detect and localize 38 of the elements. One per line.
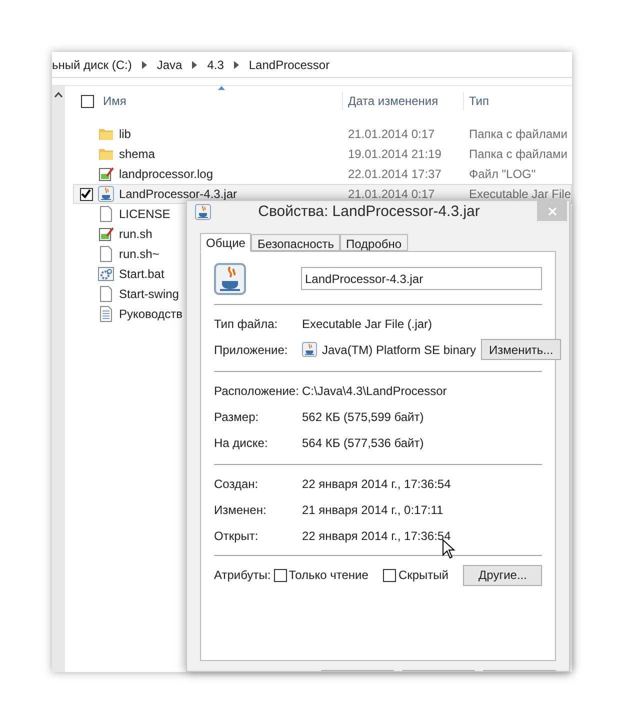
date-cell-text: 21.01.2014 0:17 (346, 186, 436, 203)
property-value: 562 КБ (575,599 байт) (302, 408, 424, 426)
property-label: Изменен: (214, 502, 268, 518)
file-name: Руководств (118, 306, 183, 323)
type-cell-text: Папка с файлами (468, 126, 568, 143)
file-name: Start-swing (118, 286, 179, 303)
property-value: C:\Java\4.3\LandProcessor (302, 382, 447, 400)
file-name: run.sh~ (118, 246, 160, 263)
file-name: shema (118, 146, 155, 163)
property-value: 22 января 2014 г., 17:36:54 (302, 476, 451, 492)
property-label: Расположение: (214, 382, 300, 400)
property-label: На диске: (214, 434, 269, 452)
file-name: LICENSE (118, 206, 170, 223)
property-label: Тип файла: (214, 316, 279, 332)
date-cell-text: 22.01.2014 17:37 (346, 166, 442, 183)
property-value: Executable Jar File (.jar) (302, 316, 432, 332)
window-title: Свойства: LandProcessor-4.3.jar (257, 202, 481, 222)
file-name: Start.bat (118, 266, 164, 283)
attributes-label: Атрибуты: (214, 567, 271, 584)
date-cell-text: 19.01.2014 21:19 (346, 146, 442, 163)
file-name: LandProcessor-4.3.jar (118, 186, 238, 203)
property-value: Java(TM) Platform SE binary (322, 342, 476, 358)
property-label: Приложение: (214, 342, 289, 358)
file-name: landprocessor.log (118, 166, 214, 183)
date-cell-text: 21.01.2014 0:17 (346, 126, 436, 143)
checkbox-label: Только чтение (288, 567, 368, 584)
property-value: 564 КБ (577,536 байт) (302, 434, 424, 452)
property-value: 22 января 2014 г., 17:36:54 (302, 528, 451, 544)
type-cell-text: Папка с файлами (468, 146, 568, 163)
property-value: 21 января 2014 г., 0:17:11 (302, 502, 444, 518)
property-label: Создан: (214, 476, 260, 492)
file-name: run.sh (118, 226, 152, 243)
property-label: Размер: (214, 408, 260, 426)
file-name: lib (118, 126, 131, 143)
type-cell-text: Файл "LOG" (468, 166, 536, 183)
type-cell-text: Executable Jar File (468, 186, 571, 203)
property-label: Открыт: (214, 528, 260, 544)
checkbox-label: Скрытый (398, 567, 448, 584)
